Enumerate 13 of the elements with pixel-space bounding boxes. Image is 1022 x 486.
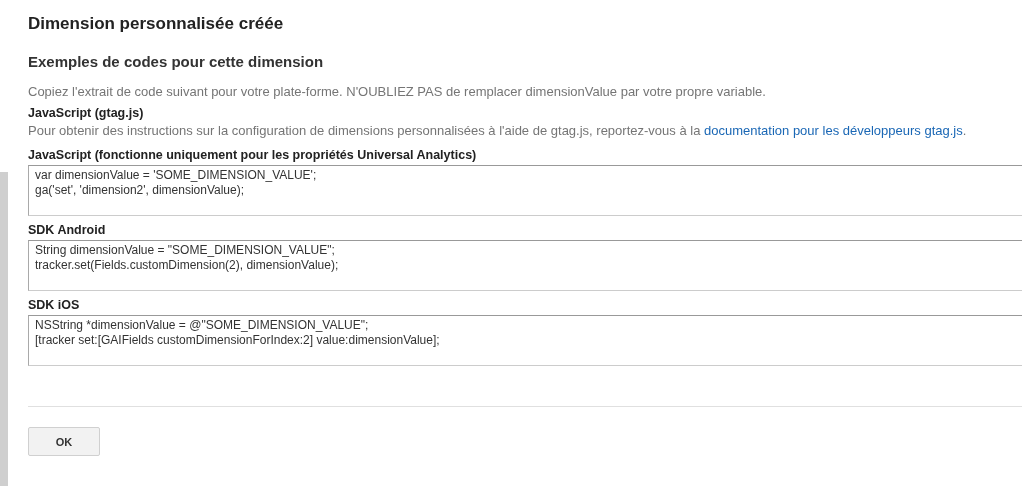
section-label: JavaScript (fonctionne uniquement pour les propriétés Universal Analytics)	[28, 148, 478, 162]
code-box[interactable]: NSString *dimensionValue = @"SOME_DIMENSION_VALUE"; [tracker set:[GAIFields customDimensionForIndex:2] value:dimensionValue];	[28, 315, 1022, 366]
dialog-title: Dimension personnalisée créée	[28, 14, 285, 34]
section-label: SDK Android	[28, 223, 107, 237]
code-box[interactable]: String dimensionValue = "SOME_DIMENSION_VALUE"; tracker.set(Fields.customDimension(2), dimensionValue);	[28, 240, 1022, 291]
instruction-text: Copiez l'extrait de code suivant pour votre plate-forme. N'OUBLIEZ PAS de remplacer dimensionValue par votre propre variable.	[28, 84, 767, 99]
description-text: Pour obtenir des instructions sur la configuration de dimensions personnalisées à l'aide de gtag.js, reportez-vous à la documentation pour les développeurs gtag.js.	[28, 123, 968, 138]
code-box[interactable]: var dimensionValue = 'SOME_DIMENSION_VALUE'; ga('set', 'dimension2', dimensionValue);	[28, 165, 1022, 216]
section-label: SDK iOS	[28, 298, 81, 312]
documentation-link[interactable]: documentation pour les développeurs gtag.js	[704, 123, 963, 138]
section-label: JavaScript (gtag.js)	[28, 106, 145, 120]
ok-button[interactable]: OK	[28, 427, 100, 456]
section-heading: Exemples de codes pour cette dimension	[28, 53, 325, 70]
